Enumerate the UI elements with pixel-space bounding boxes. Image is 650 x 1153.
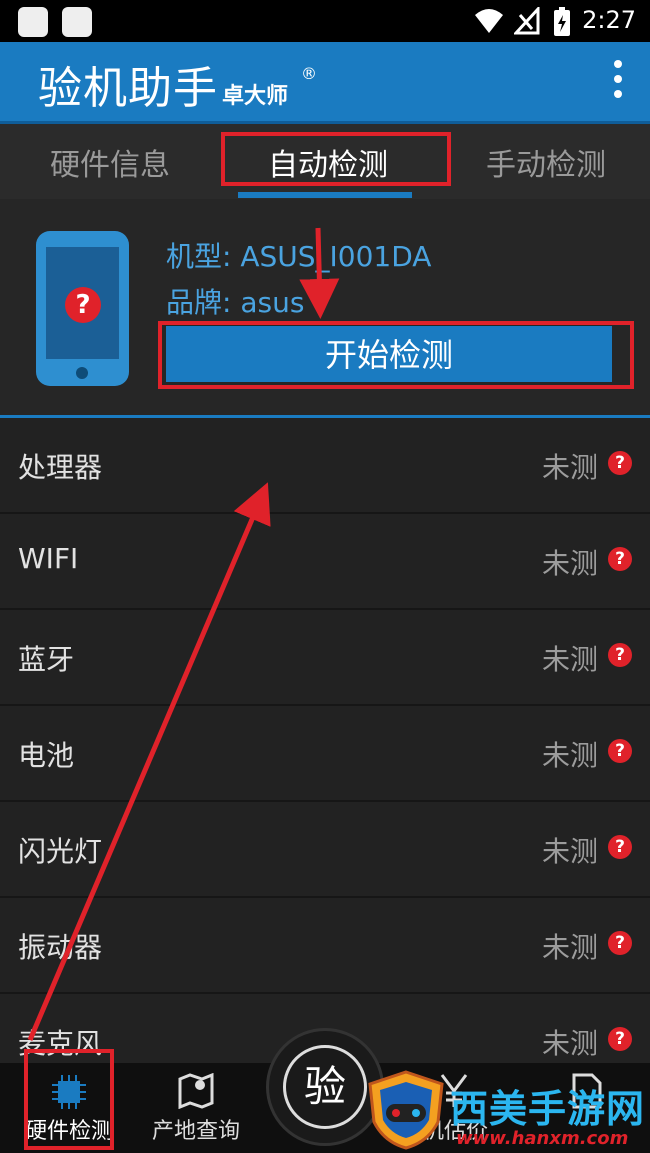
help-icon[interactable]: ?: [608, 547, 632, 571]
test-status: 未测: [541, 1027, 598, 1060]
app-bar: 验机助手 卓大师 ®: [0, 42, 650, 124]
list-item[interactable]: 处理器 未测?: [0, 418, 650, 514]
notification-icon: [62, 7, 92, 37]
highlight-box-tab: [221, 132, 451, 186]
battery-charging-icon: [554, 7, 570, 36]
device-brand: 品牌: asus: [166, 286, 305, 319]
test-status: 未测: [541, 547, 598, 580]
help-icon[interactable]: ?: [608, 1027, 632, 1051]
help-icon[interactable]: ?: [608, 451, 632, 475]
no-signal-icon: [514, 7, 540, 35]
test-name: WIFI: [18, 542, 79, 575]
watermark-url: www.hanxm.com: [456, 1128, 629, 1149]
watermark-text: 西美手游网: [450, 1087, 646, 1131]
highlight-box-start: [158, 321, 634, 389]
nav-label: 产地查询: [151, 1119, 240, 1144]
app-subtitle: 卓大师: [222, 84, 289, 109]
watermark-logo: 西美手游网 www.hanxm.com: [366, 1066, 650, 1153]
tab-indicator: [238, 192, 412, 198]
test-name: 蓝牙: [18, 643, 75, 676]
test-status: 未测: [541, 643, 598, 676]
verify-fab-label: 验: [283, 1045, 367, 1129]
help-icon[interactable]: ?: [608, 643, 632, 667]
highlight-box-nav: [24, 1049, 114, 1150]
app-title: 验机助手: [38, 63, 218, 114]
help-icon[interactable]: ?: [608, 739, 632, 763]
test-name: 闪光灯: [18, 835, 103, 868]
test-name: 振动器: [18, 931, 103, 964]
test-name: 处理器: [18, 451, 103, 484]
clock: 2:27: [582, 6, 636, 34]
list-item[interactable]: 闪光灯 未测?: [0, 802, 650, 898]
tab-hardware-info[interactable]: 硬件信息: [50, 140, 170, 184]
list-item[interactable]: 振动器 未测?: [0, 898, 650, 994]
status-bar: 2:27: [0, 0, 650, 42]
map-icon: [178, 1073, 214, 1109]
shield-logo-icon: [368, 1070, 444, 1150]
help-icon[interactable]: ?: [608, 931, 632, 955]
phone-icon: ?: [36, 231, 129, 386]
nav-origin-query[interactable]: 产地查询: [138, 1063, 254, 1153]
test-status: 未测: [541, 739, 598, 772]
help-icon[interactable]: ?: [608, 835, 632, 859]
wifi-icon: [475, 9, 503, 33]
list-item[interactable]: 电池 未测?: [0, 706, 650, 802]
overflow-menu-icon[interactable]: [614, 60, 622, 105]
list-item[interactable]: 蓝牙 未测?: [0, 610, 650, 706]
test-name: 电池: [18, 739, 75, 772]
list-item[interactable]: WIFI 未测?: [0, 514, 650, 610]
unknown-icon: ?: [65, 287, 101, 323]
test-list: 处理器 未测? WIFI 未测? 蓝牙 未测? 电池 未测? 闪光灯 未测? 振动器 未测?…: [0, 418, 650, 1090]
notification-icon: [18, 7, 48, 37]
device-model: 机型: ASUS_I001DA: [166, 240, 432, 273]
registered-mark: ®: [301, 64, 317, 83]
test-status: 未测: [541, 931, 598, 964]
tab-manual-detect[interactable]: 手动检测: [486, 140, 606, 184]
test-status: 未测: [541, 835, 598, 868]
test-status: 未测: [541, 451, 598, 484]
